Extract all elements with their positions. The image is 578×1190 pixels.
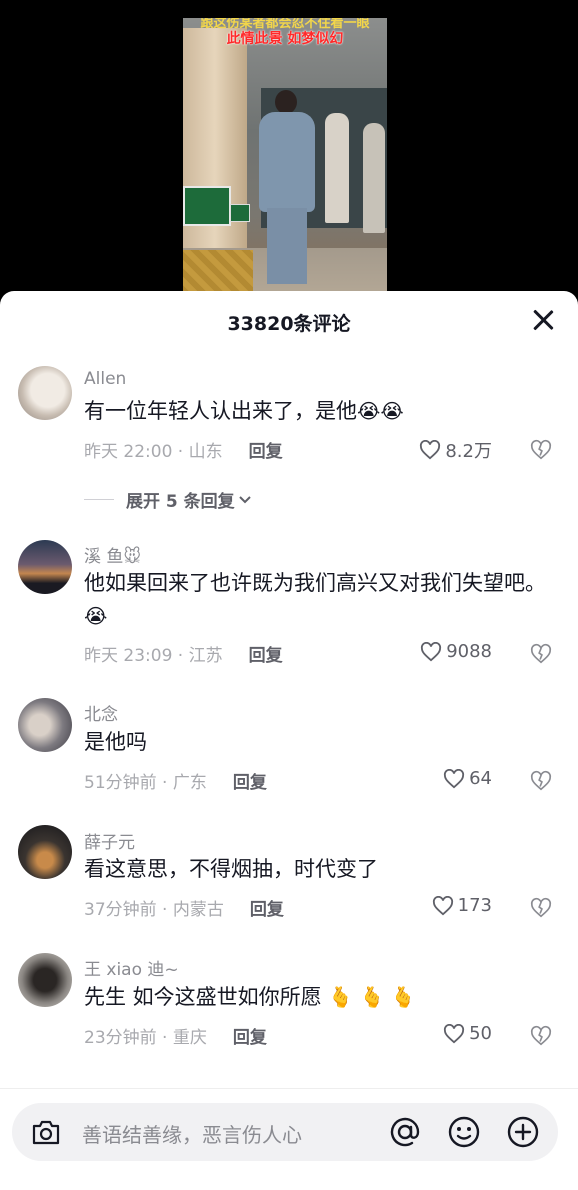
broken-heart-icon[interactable] [530, 1025, 552, 1047]
comment-body: 先生 如今这盛世如你所愿 [84, 985, 322, 1009]
heart-icon [421, 641, 442, 661]
video-caption: 此情此景 如梦似幻 [226, 31, 344, 47]
comment-text: 先生 如今这盛世如你所愿 🫰 🫰 🫰 [84, 981, 554, 1014]
avatar[interactable] [18, 698, 72, 752]
reply-button[interactable]: 回复 [233, 768, 267, 793]
reply-button[interactable]: 回复 [249, 437, 283, 462]
avatar[interactable] [18, 953, 72, 1007]
video-background[interactable]: 跟这伤某者都会忍不住看一眼 此情此景 如梦似幻 [0, 0, 578, 300]
like-count: 50 [469, 1023, 492, 1044]
heart-icon [420, 440, 441, 460]
like-button[interactable]: 50 [443, 1023, 492, 1044]
broken-heart-icon[interactable] [530, 643, 552, 665]
broken-heart-icon[interactable] [530, 439, 552, 461]
comment-time-location: 37分钟前 · 内蒙古 [84, 900, 224, 920]
comment-time-location: 昨天 23:09 · 江苏 [84, 646, 223, 666]
comment-meta: 37分钟前 · 内蒙古 回复 [84, 895, 284, 920]
divider [84, 499, 114, 500]
man-legs [267, 208, 307, 284]
comment-text: 他如果回来了也许既为我们高兴又对我们失望吧。 😭 [84, 567, 554, 633]
comment-time-location: 23分钟前 · 重庆 [84, 1028, 207, 1048]
comment-author[interactable]: 北念 [84, 700, 118, 725]
bystander [325, 113, 349, 223]
expand-replies-label: 展开 5 条回复 [126, 492, 235, 512]
comment-body: 看这意思，不得烟抽，时代变了 [84, 857, 378, 881]
exit-arrow-sign [230, 204, 250, 222]
comment-input[interactable]: 善语结善缘，恶言伤人心 [12, 1103, 558, 1161]
crying-emoji: 😭 [84, 604, 108, 628]
add-icon[interactable] [506, 1115, 540, 1149]
comments-count-title: 33820条评论 [227, 313, 351, 335]
like-count: 9088 [446, 641, 492, 662]
comment-text: 看这意思，不得烟抽，时代变了 [84, 853, 554, 886]
comment-body: 有一位年轻人认出来了，是他 [84, 399, 357, 423]
like-button[interactable]: 64 [443, 768, 492, 789]
video-frame[interactable]: 跟这伤某者都会忍不住看一眼 此情此景 如梦似幻 [183, 18, 387, 300]
man-figure [255, 90, 317, 288]
comment-text: 有一位年轻人认出来了，是他😭😭 [84, 395, 554, 428]
comments-sheet: 33820条评论 Allen 有一位年轻人认出来了，是他😭😭 昨天 22:00 … [0, 291, 578, 1190]
comment-author[interactable]: 薛子元 [84, 828, 135, 853]
like-count: 64 [469, 768, 492, 789]
like-button[interactable]: 9088 [420, 641, 492, 662]
reply-button[interactable]: 回复 [250, 895, 284, 920]
bystander [363, 123, 385, 233]
comment-input-bar: 善语结善缘，恶言伤人心 [0, 1088, 578, 1190]
finger-heart-emoji: 🫰 🫰 🫰 [328, 985, 416, 1009]
comment-author[interactable]: 王 xiao 迪~ [84, 955, 179, 980]
broken-heart-icon[interactable] [530, 770, 552, 792]
comment-meta: 23分钟前 · 重庆 回复 [84, 1023, 267, 1048]
comment-input-placeholder[interactable]: 善语结善缘，恶言伤人心 [82, 1119, 302, 1148]
comment-time-location: 昨天 22:00 · 山东 [84, 442, 223, 462]
comment-time-location: 51分钟前 · 广东 [84, 773, 207, 793]
expand-replies-button[interactable]: 展开 5 条回复 [84, 487, 251, 512]
like-count: 173 [457, 895, 492, 916]
mention-icon[interactable] [388, 1115, 422, 1149]
heart-icon [444, 1023, 465, 1043]
comment-meta: 昨天 22:00 · 山东 回复 [84, 437, 283, 462]
emoji-icon[interactable] [447, 1115, 481, 1149]
heart-icon [444, 768, 465, 788]
camera-icon[interactable] [30, 1117, 62, 1147]
exit-sign [183, 186, 231, 226]
chevron-down-icon [238, 495, 251, 503]
close-button[interactable] [530, 307, 556, 333]
avatar[interactable] [18, 825, 72, 879]
like-button[interactable]: 8.2万 [419, 437, 492, 463]
avatar[interactable] [18, 366, 72, 420]
broken-heart-icon[interactable] [530, 897, 552, 919]
reply-button[interactable]: 回复 [233, 1023, 267, 1048]
man-body [259, 112, 315, 212]
like-count: 8.2万 [445, 441, 492, 462]
man-head [275, 90, 297, 114]
comment-body: 他如果回来了也许既为我们高兴又对我们失望吧。 [84, 571, 546, 595]
reply-button[interactable]: 回复 [249, 641, 283, 666]
comment-author[interactable]: 溪 鱼🐭 [84, 542, 141, 567]
heart-icon [432, 895, 453, 915]
comment-text: 是他吗 [84, 726, 554, 759]
comment-author[interactable]: Allen [84, 369, 126, 389]
crying-emoji: 😭😭 [357, 399, 404, 423]
like-button[interactable]: 173 [432, 895, 492, 916]
avatar[interactable] [18, 540, 72, 594]
comment-meta: 51分钟前 · 广东 回复 [84, 768, 267, 793]
comment-body: 是他吗 [84, 730, 147, 754]
comment-meta: 昨天 23:09 · 江苏 回复 [84, 641, 283, 666]
